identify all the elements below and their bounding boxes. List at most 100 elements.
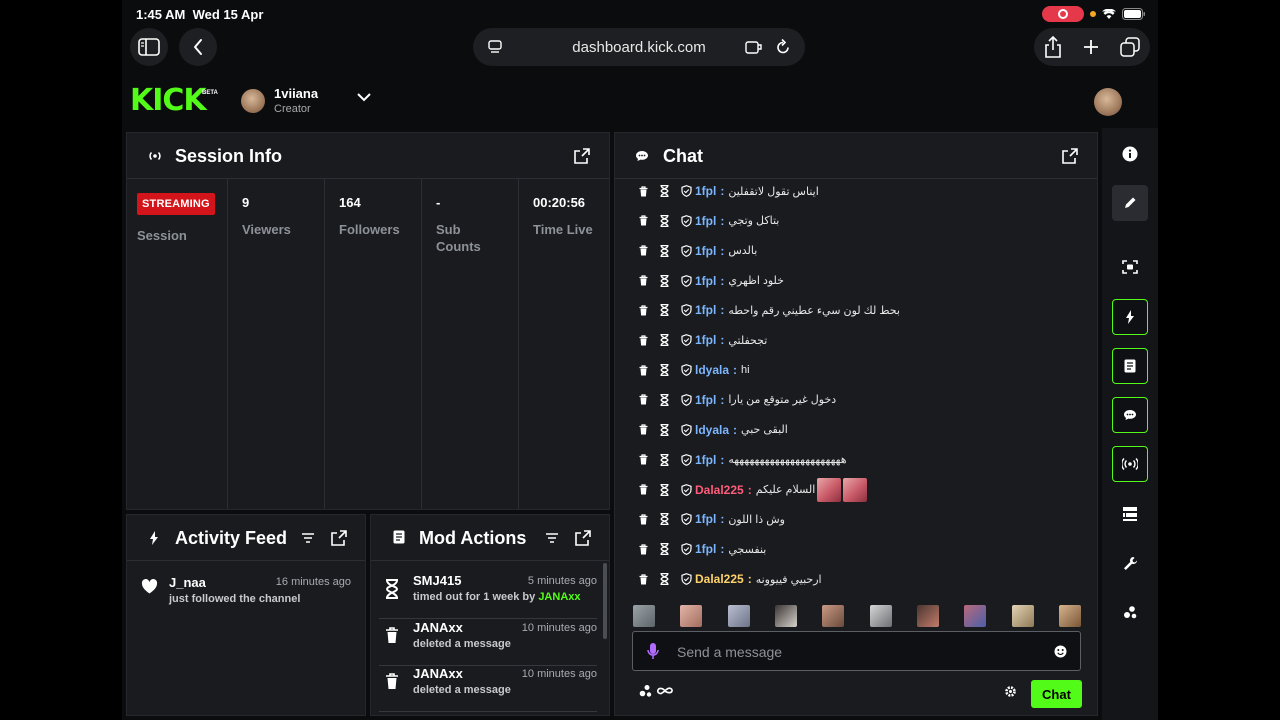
- hourglass-icon[interactable]: [660, 274, 669, 287]
- viewer-thumbnail[interactable]: [964, 605, 987, 627]
- popout-icon[interactable]: [575, 530, 591, 546]
- shield-icon[interactable]: [681, 483, 692, 496]
- more-button[interactable]: [1112, 594, 1148, 630]
- hourglass-icon[interactable]: [660, 393, 669, 406]
- hourglass-icon[interactable]: [660, 244, 669, 257]
- shield-icon[interactable]: [681, 185, 692, 197]
- popout-icon[interactable]: [574, 148, 590, 164]
- sidebar-toggle-button[interactable]: [130, 28, 168, 66]
- channel-points-icon[interactable]: [639, 684, 653, 698]
- hourglass-icon[interactable]: [660, 214, 669, 227]
- trash-icon[interactable]: [639, 424, 648, 435]
- chat-username[interactable]: 1fpl: [695, 244, 716, 258]
- viewer-thumbnail[interactable]: [633, 605, 655, 627]
- shield-icon[interactable]: [681, 214, 692, 227]
- hourglass-icon[interactable]: [660, 364, 669, 377]
- back-button[interactable]: [179, 28, 217, 66]
- viewer-thumbnail[interactable]: [1011, 605, 1034, 627]
- shield-icon[interactable]: [681, 334, 692, 347]
- chat-username[interactable]: Dalal225: [695, 572, 744, 586]
- hourglass-icon[interactable]: [660, 453, 669, 466]
- chat-username[interactable]: 1fpl: [695, 303, 716, 317]
- tools-button[interactable]: [1112, 545, 1148, 581]
- chat-toggle[interactable]: [1112, 397, 1148, 433]
- extensions-icon[interactable]: [745, 39, 763, 55]
- microphone-icon[interactable]: [647, 642, 659, 660]
- trash-icon[interactable]: [639, 245, 648, 256]
- popout-icon[interactable]: [331, 530, 347, 546]
- chat-emote[interactable]: [843, 477, 868, 502]
- chat-username[interactable]: 1fpl: [695, 184, 716, 198]
- chat-username[interactable]: 1fpl: [695, 512, 716, 526]
- chat-emote[interactable]: [817, 477, 842, 502]
- viewer-thumbnail[interactable]: [822, 605, 845, 627]
- viewer-thumbnail[interactable]: [916, 605, 939, 627]
- chat-username[interactable]: 1fpl: [695, 542, 716, 556]
- gear-icon[interactable]: [1004, 685, 1017, 698]
- scrollbar[interactable]: [603, 563, 607, 639]
- popout-icon[interactable]: [1062, 148, 1078, 164]
- chat-username[interactable]: 1fpl: [695, 393, 716, 407]
- viewer-thumbnail[interactable]: [774, 605, 797, 627]
- chat-username[interactable]: 1fpl: [695, 274, 716, 288]
- trash-icon[interactable]: [639, 544, 648, 555]
- quick-actions-button[interactable]: [1112, 299, 1148, 335]
- chat-username[interactable]: ldyala: [695, 363, 729, 377]
- address-bar[interactable]: dashboard.kick.com: [473, 28, 805, 66]
- viewer-thumbnail[interactable]: [1058, 605, 1081, 627]
- hourglass-icon[interactable]: [660, 423, 669, 436]
- chat-username[interactable]: Dalal225: [695, 483, 744, 497]
- chat-username[interactable]: 1fpl: [695, 214, 716, 228]
- trash-icon[interactable]: [639, 215, 648, 226]
- info-button[interactable]: [1112, 136, 1148, 172]
- screen-capture-button[interactable]: [1112, 249, 1148, 285]
- filter-icon[interactable]: [545, 532, 559, 544]
- new-tab-icon[interactable]: [1082, 38, 1100, 56]
- shield-icon[interactable]: [681, 394, 692, 406]
- mod-actions-toggle[interactable]: [1112, 348, 1148, 384]
- trash-icon[interactable]: [639, 573, 648, 585]
- hourglass-icon[interactable]: [660, 185, 669, 197]
- hourglass-icon[interactable]: [660, 513, 669, 526]
- trash-icon[interactable]: [639, 305, 648, 316]
- chat-username[interactable]: ldyala: [695, 423, 729, 437]
- shield-icon[interactable]: [681, 573, 692, 585]
- trash-icon[interactable]: [639, 514, 648, 525]
- activity-user[interactable]: J_naa: [169, 575, 206, 590]
- viewer-thumbnail[interactable]: [869, 605, 892, 627]
- chevron-down-icon[interactable]: [356, 92, 372, 102]
- profile-avatar[interactable]: [1094, 88, 1122, 116]
- session-info-toggle[interactable]: [1112, 446, 1148, 482]
- moderator-name[interactable]: JANAxx: [538, 591, 580, 603]
- trash-icon[interactable]: [639, 275, 648, 286]
- shield-icon[interactable]: [681, 304, 692, 317]
- viewer-thumbnail[interactable]: [680, 605, 703, 627]
- mod-action-user[interactable]: JANAxx: [413, 666, 463, 681]
- hourglass-icon[interactable]: [660, 573, 669, 586]
- chat-username[interactable]: 1fpl: [695, 453, 716, 467]
- shield-icon[interactable]: [681, 244, 692, 257]
- emoji-icon[interactable]: [1054, 645, 1067, 658]
- filter-icon[interactable]: [301, 532, 315, 544]
- layout-button[interactable]: [1112, 496, 1148, 532]
- kick-logo[interactable]: KICK: [130, 86, 207, 116]
- chat-message-input[interactable]: [677, 642, 1037, 662]
- trash-icon[interactable]: [639, 364, 648, 376]
- hourglass-icon[interactable]: [660, 483, 669, 496]
- trash-icon[interactable]: [639, 454, 648, 465]
- edit-button[interactable]: [1112, 185, 1148, 221]
- mod-action-user[interactable]: SMJ415: [413, 573, 461, 588]
- trash-icon[interactable]: [639, 335, 648, 346]
- shield-icon[interactable]: [681, 274, 692, 287]
- hourglass-icon[interactable]: [660, 543, 669, 556]
- shield-icon[interactable]: [681, 364, 692, 377]
- hourglass-icon[interactable]: [660, 304, 669, 317]
- shield-icon[interactable]: [681, 513, 692, 526]
- shield-icon[interactable]: [681, 423, 692, 436]
- mod-action-user[interactable]: JANAxx: [413, 620, 463, 635]
- reload-icon[interactable]: [775, 38, 791, 56]
- trash-icon[interactable]: [639, 484, 648, 495]
- trash-icon[interactable]: [639, 185, 648, 197]
- chat-username[interactable]: 1fpl: [695, 333, 716, 347]
- shield-icon[interactable]: [681, 543, 692, 556]
